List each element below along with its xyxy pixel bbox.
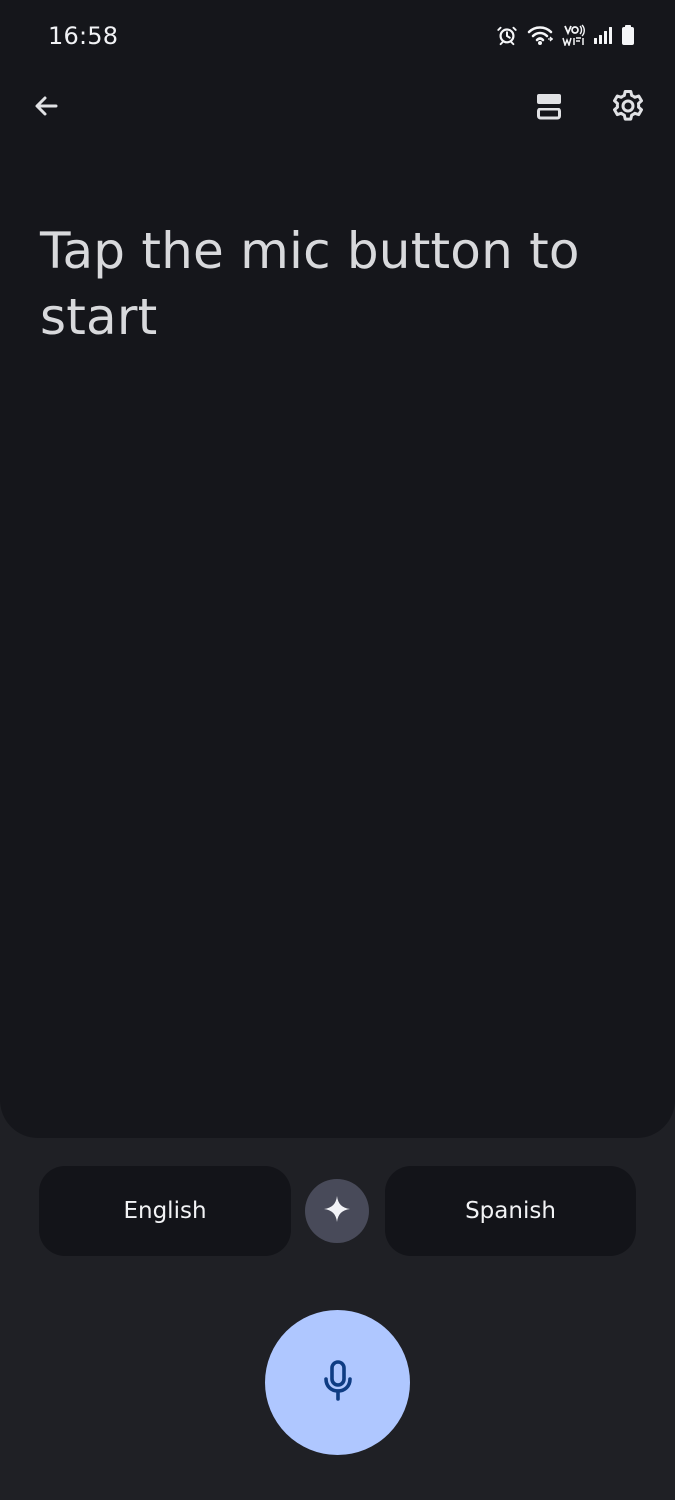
transcript-panel: 16:58 Tap the mic button to start — [0, 0, 675, 1138]
sparkle-icon — [322, 1194, 352, 1228]
microphone-icon — [318, 1359, 358, 1407]
target-language-button[interactable]: Spanish — [385, 1166, 636, 1256]
gear-icon — [610, 88, 646, 128]
status-bar: 16:58 — [0, 0, 675, 76]
language-selector-row: English Spanish — [39, 1166, 636, 1256]
top-toolbar — [0, 76, 675, 142]
back-arrow-icon — [30, 90, 62, 126]
mic-prompt-text: Tap the mic button to start — [40, 222, 580, 346]
signal-icon — [593, 25, 613, 45]
microphone-button[interactable] — [265, 1310, 410, 1455]
back-button[interactable] — [19, 81, 73, 135]
split-layout-button[interactable] — [522, 81, 576, 135]
battery-icon — [621, 24, 635, 46]
status-icons — [496, 24, 635, 46]
swap-language-button[interactable] — [305, 1179, 369, 1243]
source-language-button[interactable]: English — [39, 1166, 291, 1256]
alarm-icon — [496, 24, 518, 46]
conversation-screen: 16:58 Tap the mic button to start Englis… — [0, 0, 675, 1500]
status-time: 16:58 — [48, 22, 119, 50]
split-layout-icon — [533, 90, 565, 126]
wifi-icon — [526, 24, 554, 46]
vowifi-icon — [562, 24, 585, 46]
settings-button[interactable] — [601, 81, 655, 135]
